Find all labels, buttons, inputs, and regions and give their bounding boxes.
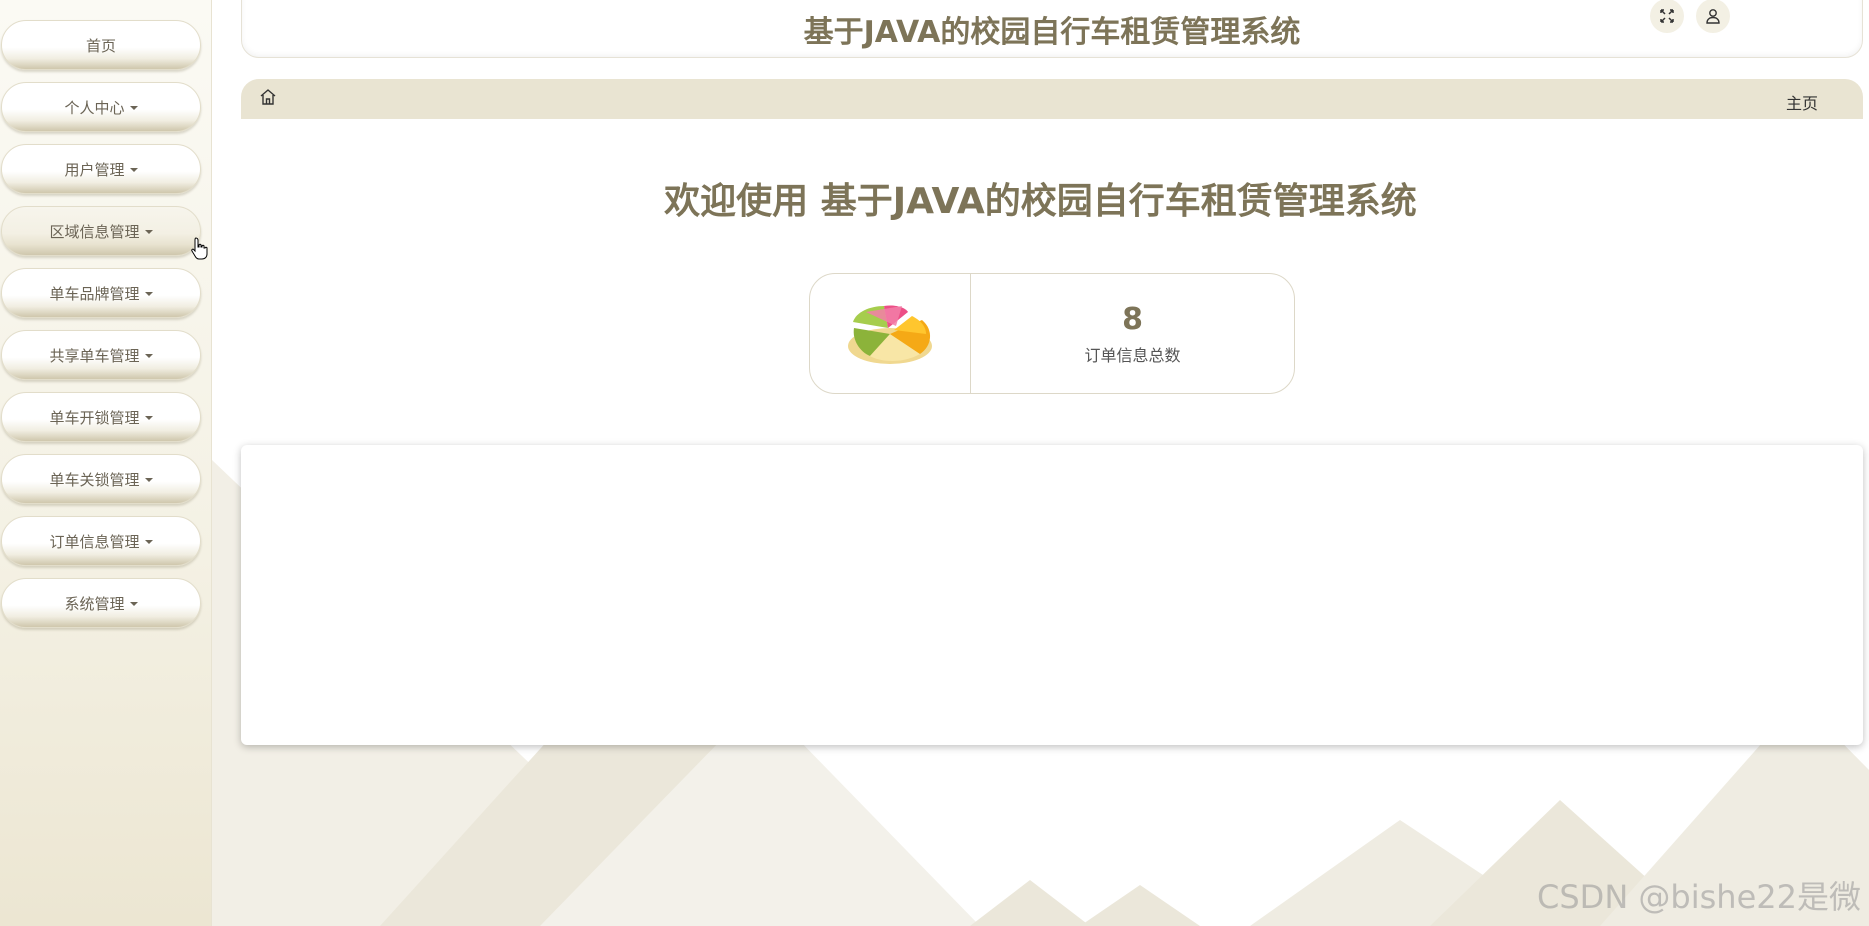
user-button[interactable] — [1696, 0, 1730, 33]
breadcrumb-current[interactable]: 主页 — [1786, 90, 1818, 114]
sidebar-item-label: 共享单车管理 — [49, 346, 140, 365]
caret-down-icon — [144, 230, 153, 234]
user-icon — [1706, 9, 1720, 24]
caret-down-icon — [144, 292, 153, 296]
sidebar-item-label: 首页 — [85, 36, 116, 55]
stat-label: 订单信息总数 — [1084, 345, 1181, 365]
sidebar-item-system-management[interactable]: 系统管理 — [1, 578, 201, 628]
caret-down-icon — [129, 106, 138, 110]
sidebar-item-user-management[interactable]: 用户管理 — [1, 144, 201, 194]
pie-chart-icon — [848, 304, 932, 364]
sidebar-item-personal-center[interactable]: 个人中心 — [1, 82, 201, 132]
sidebar-item-label: 单车开锁管理 — [49, 408, 140, 427]
sidebar-item-bike-management[interactable]: 共享单车管理 — [1, 330, 201, 380]
app-title: 基于JAVA的校园自行车租赁管理系统 — [803, 15, 1301, 50]
watermark: CSDN @bishe22是微 — [1537, 878, 1861, 916]
sidebar-item-order-management[interactable]: 订单信息管理 — [1, 516, 201, 566]
sidebar-item-home[interactable]: 首页 — [1, 20, 201, 70]
chart-panel — [241, 445, 1863, 745]
caret-down-icon — [129, 168, 138, 172]
hand-cursor-icon — [191, 237, 208, 260]
breadcrumb: 主页 — [241, 79, 1863, 119]
top-header: 基于JAVA的校园自行车租赁管理系统 — [241, 0, 1863, 58]
home-icon[interactable] — [259, 88, 277, 106]
sidebar-item-brand-management[interactable]: 单车品牌管理 — [1, 268, 201, 318]
caret-down-icon — [144, 478, 153, 482]
stat-icon-container — [810, 274, 971, 393]
sidebar-item-label: 个人中心 — [64, 98, 125, 117]
sidebar: 首页 个人中心 用户管理 区域信息管理 单车品牌管理 共享单车管理 单车开锁管理… — [0, 0, 212, 926]
sidebar-item-label: 系统管理 — [64, 594, 125, 613]
welcome-heading: 欢迎使用 基于JAVA的校园自行车租赁管理系统 — [664, 181, 1417, 222]
stat-value: 8 — [1122, 301, 1143, 337]
fullscreen-button[interactable] — [1650, 0, 1684, 33]
sidebar-item-label: 订单信息管理 — [49, 532, 140, 551]
expand-icon — [1660, 9, 1674, 23]
caret-down-icon — [129, 602, 138, 606]
caret-down-icon — [144, 354, 153, 358]
sidebar-item-label: 用户管理 — [64, 160, 125, 179]
caret-down-icon — [144, 416, 153, 420]
sidebar-item-area-management[interactable]: 区域信息管理 — [1, 206, 201, 256]
order-count-card: 8 订单信息总数 — [809, 273, 1295, 394]
sidebar-item-label: 单车关锁管理 — [49, 470, 140, 489]
sidebar-item-lock-management[interactable]: 单车关锁管理 — [1, 454, 201, 504]
stat-body: 8 订单信息总数 — [971, 274, 1294, 393]
sidebar-item-label: 区域信息管理 — [49, 222, 140, 241]
sidebar-item-label: 单车品牌管理 — [49, 284, 140, 303]
caret-down-icon — [144, 540, 153, 544]
sidebar-item-unlock-management[interactable]: 单车开锁管理 — [1, 392, 201, 442]
